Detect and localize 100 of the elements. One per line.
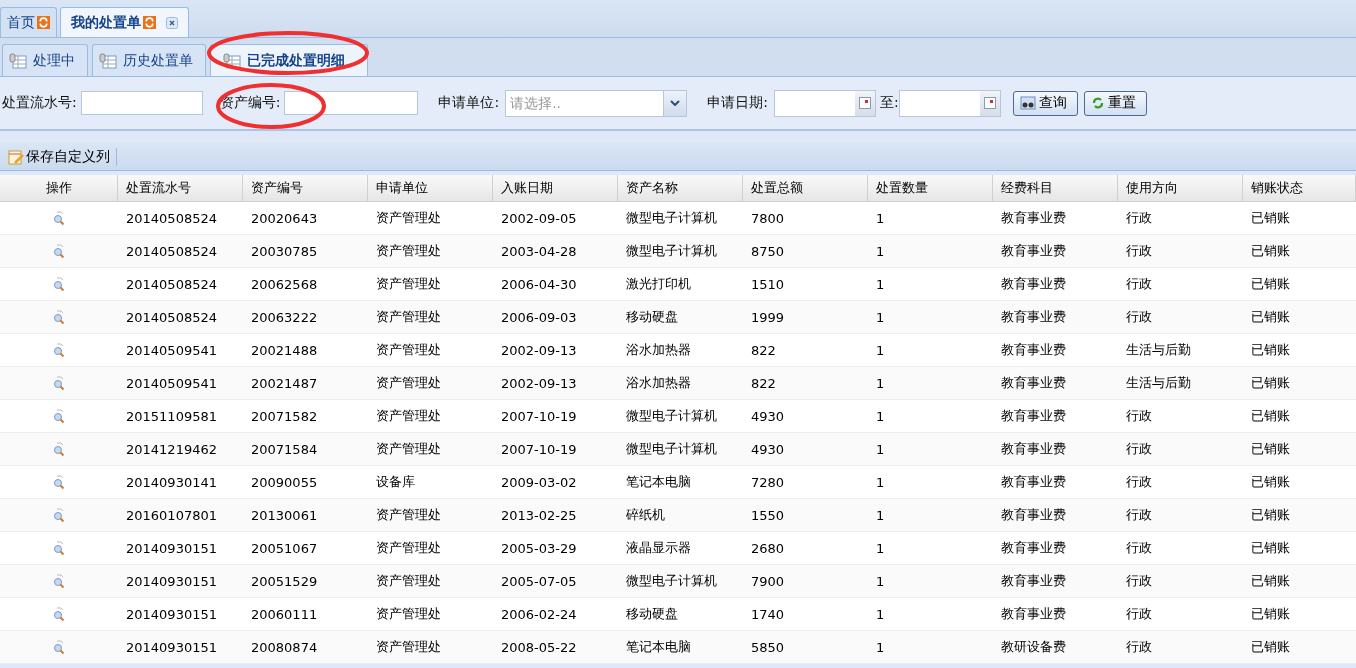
table-cell-text: 碎纸机 [625,506,666,524]
table-cell-text: 7800 [750,209,786,228]
magnifier-icon[interactable] [53,244,65,258]
table-cell-text: 20140509541 [125,341,218,360]
page-tab[interactable]: 首页 [0,7,57,37]
table-cell-text: 2003-04-28 [500,242,578,261]
column-header[interactable]: 资产名称 [618,175,743,201]
date-field[interactable] [773,89,876,117]
table-cell-text: 已销账 [1250,539,1291,557]
edit-icon [8,148,24,165]
table-cell-text: 20030785 [250,242,319,261]
table-cell-text: 2002-09-13 [500,341,578,360]
sub-tab[interactable]: 历史处置单 [92,44,206,76]
magnifier-icon[interactable] [53,211,65,225]
table-cell-text: 教育事业费 [1000,275,1067,293]
magnifier-icon[interactable] [53,640,65,654]
column-header[interactable]: 销账状态 [1243,175,1356,201]
column-header[interactable]: 资产编号 [243,175,368,201]
table-cell-text: 移动硬盘 [625,605,679,623]
table-cell-text: 20151109581 [125,407,218,426]
table-cell-text: 20141219462 [125,440,218,459]
table-cell-text: 已销账 [1250,341,1291,359]
table-icon [99,52,117,69]
table-cell-text: 20062568 [250,275,319,294]
magnifier-icon[interactable] [53,541,65,555]
table-cell-text: 教育事业费 [1000,209,1067,227]
dropdown-button[interactable] [663,90,687,116]
table-cell-text: 4930 [750,407,786,426]
magnifier-icon[interactable] [53,442,65,456]
field-label: 申请单位: [438,94,500,112]
table-cell-text: 行政 [1125,209,1153,227]
table-cell-text: 7900 [750,572,786,591]
column-header[interactable]: 入账日期 [493,175,618,201]
magnifier-icon[interactable] [53,475,65,489]
field-label: 至: [879,94,899,112]
table-cell-text: 20140930151 [125,638,218,657]
table-cell-text: 行政 [1125,473,1153,491]
table-cell-text: 20140508524 [125,275,218,294]
magnifier-icon[interactable] [53,607,65,621]
table-cell-text: 教育事业费 [1000,440,1067,458]
magnifier-icon[interactable] [53,277,65,291]
magnifier-icon[interactable] [53,376,65,390]
table-cell-text: 822 [750,341,777,360]
refresh-icon [1090,96,1105,110]
table-cell-text: 教育事业费 [1000,374,1067,392]
table-cell-text: 20063222 [250,308,319,327]
table-cell-text: 1 [875,374,886,393]
sub-tab[interactable]: 处理中 [2,44,88,76]
table-cell-text: 资产管理处 [375,242,442,260]
dropdown-field[interactable]: 请选择.. [505,89,688,117]
table-cell-text: 1 [875,440,886,459]
refresh-icon [37,16,50,29]
table-cell-text: 资产管理处 [375,605,442,623]
table-cell-text: 行政 [1125,506,1153,524]
table-cell-text: 行政 [1125,605,1153,623]
magnifier-icon[interactable] [53,508,65,522]
calendar-icon [858,97,871,109]
table-cell-text: 已销账 [1250,440,1291,458]
table-cell-text: 教育事业费 [1000,539,1067,557]
column-header[interactable]: 处置总额 [743,175,868,201]
table-cell-text: 20080874 [250,638,319,657]
table-cell-text: 1 [875,539,886,558]
table-cell-text: 激光打印机 [625,275,692,293]
table-cell-text: 行政 [1125,275,1153,293]
column-header[interactable]: 使用方向 [1118,175,1243,201]
close-icon[interactable] [166,16,178,29]
table-cell-text: 2005-07-05 [500,572,578,591]
magnifier-icon[interactable] [53,574,65,588]
table-cell-text: 行政 [1125,308,1153,326]
table-cell-text: 1 [875,242,886,261]
magnifier-icon[interactable] [53,310,65,324]
magnifier-icon[interactable] [53,343,65,357]
reset-button[interactable]: 重置 [1083,90,1147,116]
column-header[interactable]: 处置流水号 [118,175,243,201]
page-tab[interactable]: 我的处置单 [60,7,189,37]
column-header[interactable]: 经费科目 [993,175,1118,201]
table-cell-text: 1510 [750,275,786,294]
table-cell-text: 2007-10-19 [500,407,578,426]
table-cell-text: 设备库 [375,473,416,491]
table-cell-text: 1 [875,506,886,525]
input-field[interactable] [284,91,419,115]
table-cell-text: 2680 [750,539,786,558]
table-cell-text: 20140508524 [125,209,218,228]
date-field[interactable] [898,89,1001,117]
field-label: 申请日期: [707,94,768,112]
table-cell-text: 已销账 [1250,572,1291,590]
column-header[interactable]: 申请单位 [368,175,493,201]
table-cell-text: 1 [875,341,886,360]
table-cell-text: 2002-09-05 [500,209,578,228]
table-cell-text: 20021488 [250,341,319,360]
column-header[interactable]: 操作 [0,175,118,201]
save-columns-button[interactable]: 保存自定义列 [6,147,117,166]
column-header[interactable]: 处置数量 [868,175,993,201]
table-cell-text: 8750 [750,242,786,261]
input-field[interactable] [80,91,203,115]
magnifier-icon[interactable] [53,409,65,423]
query-button[interactable]: 查询 [1012,90,1078,116]
table-cell-text: 行政 [1125,242,1153,260]
table-cell-text: 20060111 [250,605,319,624]
table-cell-text: 已销账 [1250,374,1291,392]
